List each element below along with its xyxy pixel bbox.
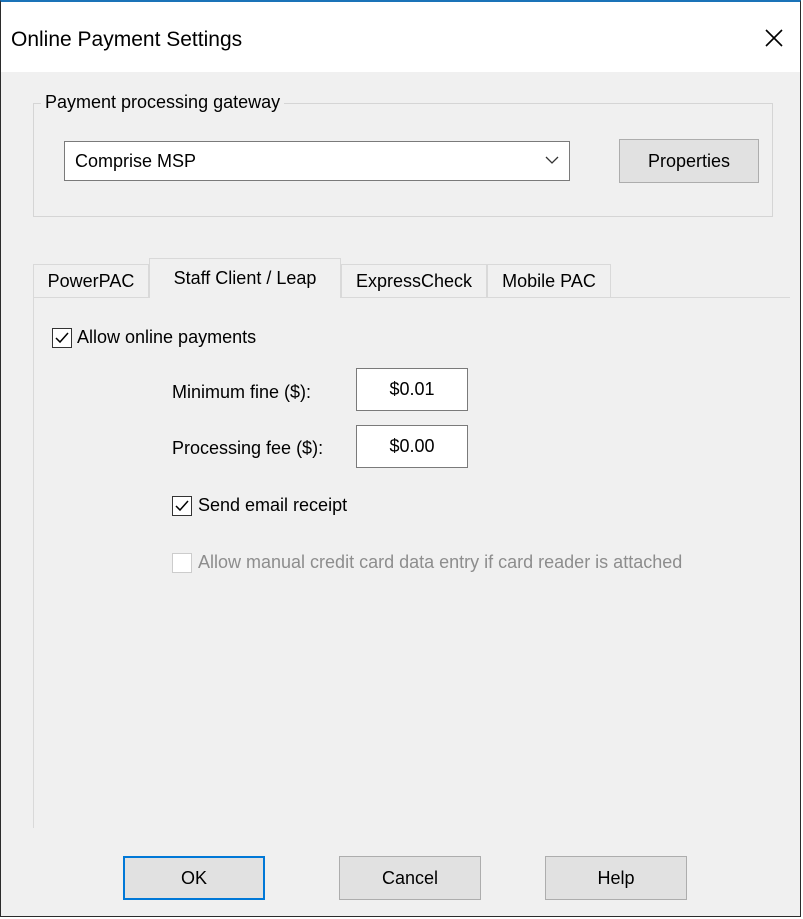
gateway-select-value: Comprise MSP [75,151,197,171]
tab-strip-divider [33,297,790,298]
checkmark-icon [175,500,189,512]
close-button[interactable] [756,20,792,56]
properties-button[interactable]: Properties [619,139,759,183]
title-bar: Online Payment Settings [1,2,800,72]
dialog-window: Online Payment Settings Payment processi… [0,0,801,917]
processing-fee-label: Processing fee ($): [172,438,324,458]
send-email-receipt-label[interactable]: Send email receipt [198,495,347,516]
close-icon [765,29,783,47]
tab-expresscheck[interactable]: ExpressCheck [341,264,487,297]
gateway-select[interactable]: Comprise MSP [64,141,570,181]
manual-entry-label: Allow manual credit card data entry if c… [198,552,683,572]
cancel-button[interactable]: Cancel [339,856,481,900]
checkmark-icon [55,332,69,344]
tab-staff-client-leap[interactable]: Staff Client / Leap [149,258,341,298]
allow-online-payments-checkbox[interactable] [52,328,72,348]
minimum-fine-label: Minimum fine ($): [172,382,312,402]
window-title: Online Payment Settings [11,28,243,51]
tab-powerpac[interactable]: PowerPAC [33,264,149,297]
manual-entry-checkbox [172,553,192,573]
ok-button[interactable]: OK [123,856,265,900]
minimum-fine-input[interactable]: $0.01 [356,368,468,411]
tab-panel-border [33,298,34,828]
processing-fee-input[interactable]: $0.00 [356,425,468,468]
chevron-down-icon [545,156,559,164]
send-email-receipt-checkbox[interactable] [172,496,192,516]
gateway-group-label: Payment processing gateway [41,92,285,113]
tab-mobile-pac[interactable]: Mobile PAC [487,264,611,297]
help-button[interactable]: Help [545,856,687,900]
allow-online-payments-label[interactable]: Allow online payments [77,327,256,348]
